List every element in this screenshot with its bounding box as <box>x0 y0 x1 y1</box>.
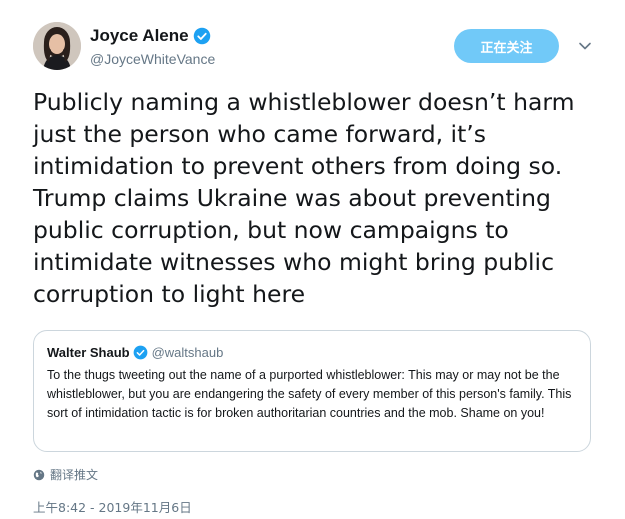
avatar[interactable] <box>33 22 81 70</box>
quoted-tweet[interactable]: Walter Shaub @waltshaub To the thugs twe… <box>33 330 591 452</box>
following-button[interactable]: 正在关注 <box>454 29 559 63</box>
verified-badge-icon <box>133 345 147 360</box>
quoted-author-handle: @waltshaub <box>151 345 224 360</box>
quoted-tweet-header: Walter Shaub @waltshaub <box>47 345 223 360</box>
quoted-author-name: Walter Shaub <box>47 345 130 360</box>
tweet-card: Joyce Alene @JoyceWhiteVance 正在关注 Public… <box>0 0 625 519</box>
author-display-name[interactable]: Joyce Alene <box>90 26 189 46</box>
author-name-row[interactable]: Joyce Alene <box>90 26 211 46</box>
translate-tweet-link[interactable]: 翻译推文 <box>33 466 98 483</box>
chevron-down-icon[interactable] <box>577 38 593 54</box>
tweet-timestamp[interactable]: 上午8:42 - 2019年11月6日 <box>33 497 192 516</box>
quoted-tweet-text: To the thugs tweeting out the name of a … <box>47 368 572 420</box>
globe-icon <box>33 469 45 480</box>
verified-badge-icon <box>193 27 210 45</box>
translate-label[interactable]: 翻译推文 <box>50 466 98 483</box>
tweet-text: Publicly naming a whistleblower doesn’t … <box>33 88 575 308</box>
author-handle[interactable]: @JoyceWhiteVance <box>90 51 215 67</box>
